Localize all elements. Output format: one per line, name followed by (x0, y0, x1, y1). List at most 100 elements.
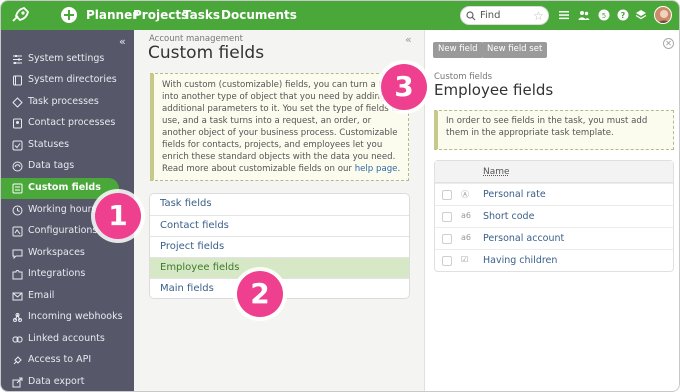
svg-text:?: ? (621, 11, 626, 20)
table-row[interactable]: a6 Personal account (435, 227, 673, 249)
list-item-task-fields[interactable]: Task fields (150, 194, 409, 215)
sidebar-item-custom-fields[interactable]: Custom fields (1, 178, 119, 199)
collapse-panel-button[interactable]: « (405, 33, 412, 46)
sidebar-item-label: Contact processes (28, 117, 116, 128)
new-field-button[interactable]: New field (433, 42, 483, 58)
sidebar-item-system-settings[interactable]: System settings (1, 49, 134, 70)
sidebar-item-label: Working hours (28, 204, 97, 215)
nav-planner[interactable]: Planner (86, 8, 138, 22)
sidebar-item-workspaces[interactable]: Workspaces (1, 243, 134, 264)
sidebar-item-email[interactable]: Email (1, 286, 134, 307)
checkbox-type-icon: ☑ (461, 255, 469, 264)
sidebar-item-label: Workspaces (28, 247, 85, 258)
export-icon (12, 377, 23, 388)
search-placeholder: Find (480, 10, 501, 21)
row-checkbox[interactable] (442, 212, 452, 222)
sidebar-item-access-to-api[interactable]: Access to API (1, 350, 134, 371)
row-checkbox[interactable] (442, 190, 452, 200)
sidebar-item-linked-accounts[interactable]: Linked accounts (1, 329, 134, 350)
nav-tasks[interactable]: Tasks (183, 8, 220, 22)
callout-badge-2: 2 (237, 271, 283, 317)
list-item-label: Project fields (160, 241, 225, 252)
day-icon[interactable]: 5 (598, 9, 610, 21)
layers-icon[interactable] (635, 9, 647, 21)
currency-type-icon: Ⓐ (461, 190, 469, 199)
close-icon[interactable]: ✕ (663, 38, 674, 49)
sidebar-item-task-processes[interactable]: Task processes (1, 92, 134, 113)
text-type-icon: a6 (461, 233, 471, 242)
page-title: Custom fields (148, 43, 265, 63)
sidebar-item-integrations[interactable]: Integrations (1, 264, 134, 285)
info-text: With custom (customizable) fields, you c… (162, 80, 401, 174)
sidebar-item-incoming-webhooks[interactable]: Incoming webhooks (1, 307, 134, 328)
people-icon[interactable] (578, 9, 590, 21)
collapse-sidebar-button[interactable]: « (119, 35, 126, 48)
star-icon[interactable]: ☆ (533, 9, 544, 23)
new-field-set-button[interactable]: New field set (482, 42, 548, 58)
sliders-icon (13, 55, 22, 64)
menu-icon[interactable] (558, 9, 570, 21)
sidebar-item-label: System settings (28, 53, 105, 64)
link-icon (12, 336, 23, 343)
puzzle-icon (12, 270, 23, 280)
list-item-label: Contact fields (160, 220, 229, 231)
info-box: With custom (customizable) fields, you c… (150, 73, 409, 181)
sidebar-item-label: Data tags (28, 160, 75, 171)
sidebar-item-contact-processes[interactable]: Contact processes (1, 113, 134, 134)
sidebar-item-label: Configurations (28, 225, 98, 236)
sidebar-item-data-export[interactable]: Data export (1, 372, 134, 391)
chat-icon (12, 249, 23, 259)
svg-text:5: 5 (602, 12, 606, 20)
sidebar-item-label: Data export (28, 376, 85, 387)
fields-table: Name Ⓐ Personal rate a6 Short code a6 Pe… (434, 160, 674, 272)
sidebar-item-label: Email (28, 290, 55, 301)
table-row[interactable]: a6 Short code (435, 205, 673, 227)
fields-icon (12, 183, 23, 194)
clock-icon (12, 205, 23, 216)
api-icon (13, 356, 22, 365)
sidebar-item-label: System directories (28, 74, 117, 85)
field-name[interactable]: Personal rate (483, 189, 546, 200)
field-name[interactable]: Short code (483, 211, 534, 222)
text-type-icon: a6 (461, 211, 471, 220)
callout-badge-1: 1 (95, 193, 141, 239)
field-name[interactable]: Personal account (483, 233, 564, 244)
list-item-employee-fields[interactable]: Employee fields (150, 257, 409, 278)
list-item-contact-fields[interactable]: Contact fields (150, 215, 409, 236)
app-window: Planner Projects Tasks Documents Find ☆ … (0, 0, 680, 392)
list-item-label: Employee fields (160, 262, 240, 273)
column-name-header[interactable]: Name (483, 167, 510, 177)
sidebar-item-label: Access to API (28, 354, 92, 365)
list-item-project-fields[interactable]: Project fields (150, 236, 409, 257)
callout-badge-3: 3 (381, 64, 427, 110)
help-page-link[interactable]: help page (355, 164, 398, 174)
table-row[interactable]: Ⓐ Personal rate (435, 183, 673, 205)
sidebar-item-label: Integrations (28, 268, 86, 279)
field-name[interactable]: Having children (483, 255, 557, 266)
row-checkbox[interactable] (442, 256, 452, 266)
add-new-icon[interactable] (61, 7, 77, 23)
help-icon[interactable]: ? (617, 9, 629, 21)
sidebar-item-label: Task processes (28, 96, 99, 107)
sidebar-item-system-directories[interactable]: System directories (1, 70, 134, 91)
info-text: In order to see fields in the task, you … (446, 116, 648, 138)
table-header: Name (435, 161, 673, 183)
sidebar-item-data-tags[interactable]: Data tags (1, 156, 134, 177)
search-input[interactable]: Find ☆ (460, 6, 549, 25)
nav-projects[interactable]: Projects (133, 8, 188, 22)
sidebar-item-statuses[interactable]: Statuses (1, 135, 134, 156)
check-icon (12, 140, 23, 151)
webhook-icon (13, 313, 22, 322)
sidebar-item-label: Incoming webhooks (28, 311, 123, 322)
rocket-logo-icon[interactable] (9, 5, 31, 25)
nav-documents[interactable]: Documents (221, 8, 297, 22)
avatar-face-icon (657, 10, 671, 23)
row-checkbox[interactable] (442, 234, 452, 244)
search-icon (466, 11, 476, 21)
panel-title: Employee fields (434, 81, 554, 99)
table-row[interactable]: ☑ Having children (435, 249, 673, 271)
info-text-end: . (397, 164, 401, 174)
info-box: In order to see fields in the task, you … (434, 110, 674, 150)
avatar[interactable] (654, 6, 672, 24)
contact-icon (13, 118, 22, 129)
